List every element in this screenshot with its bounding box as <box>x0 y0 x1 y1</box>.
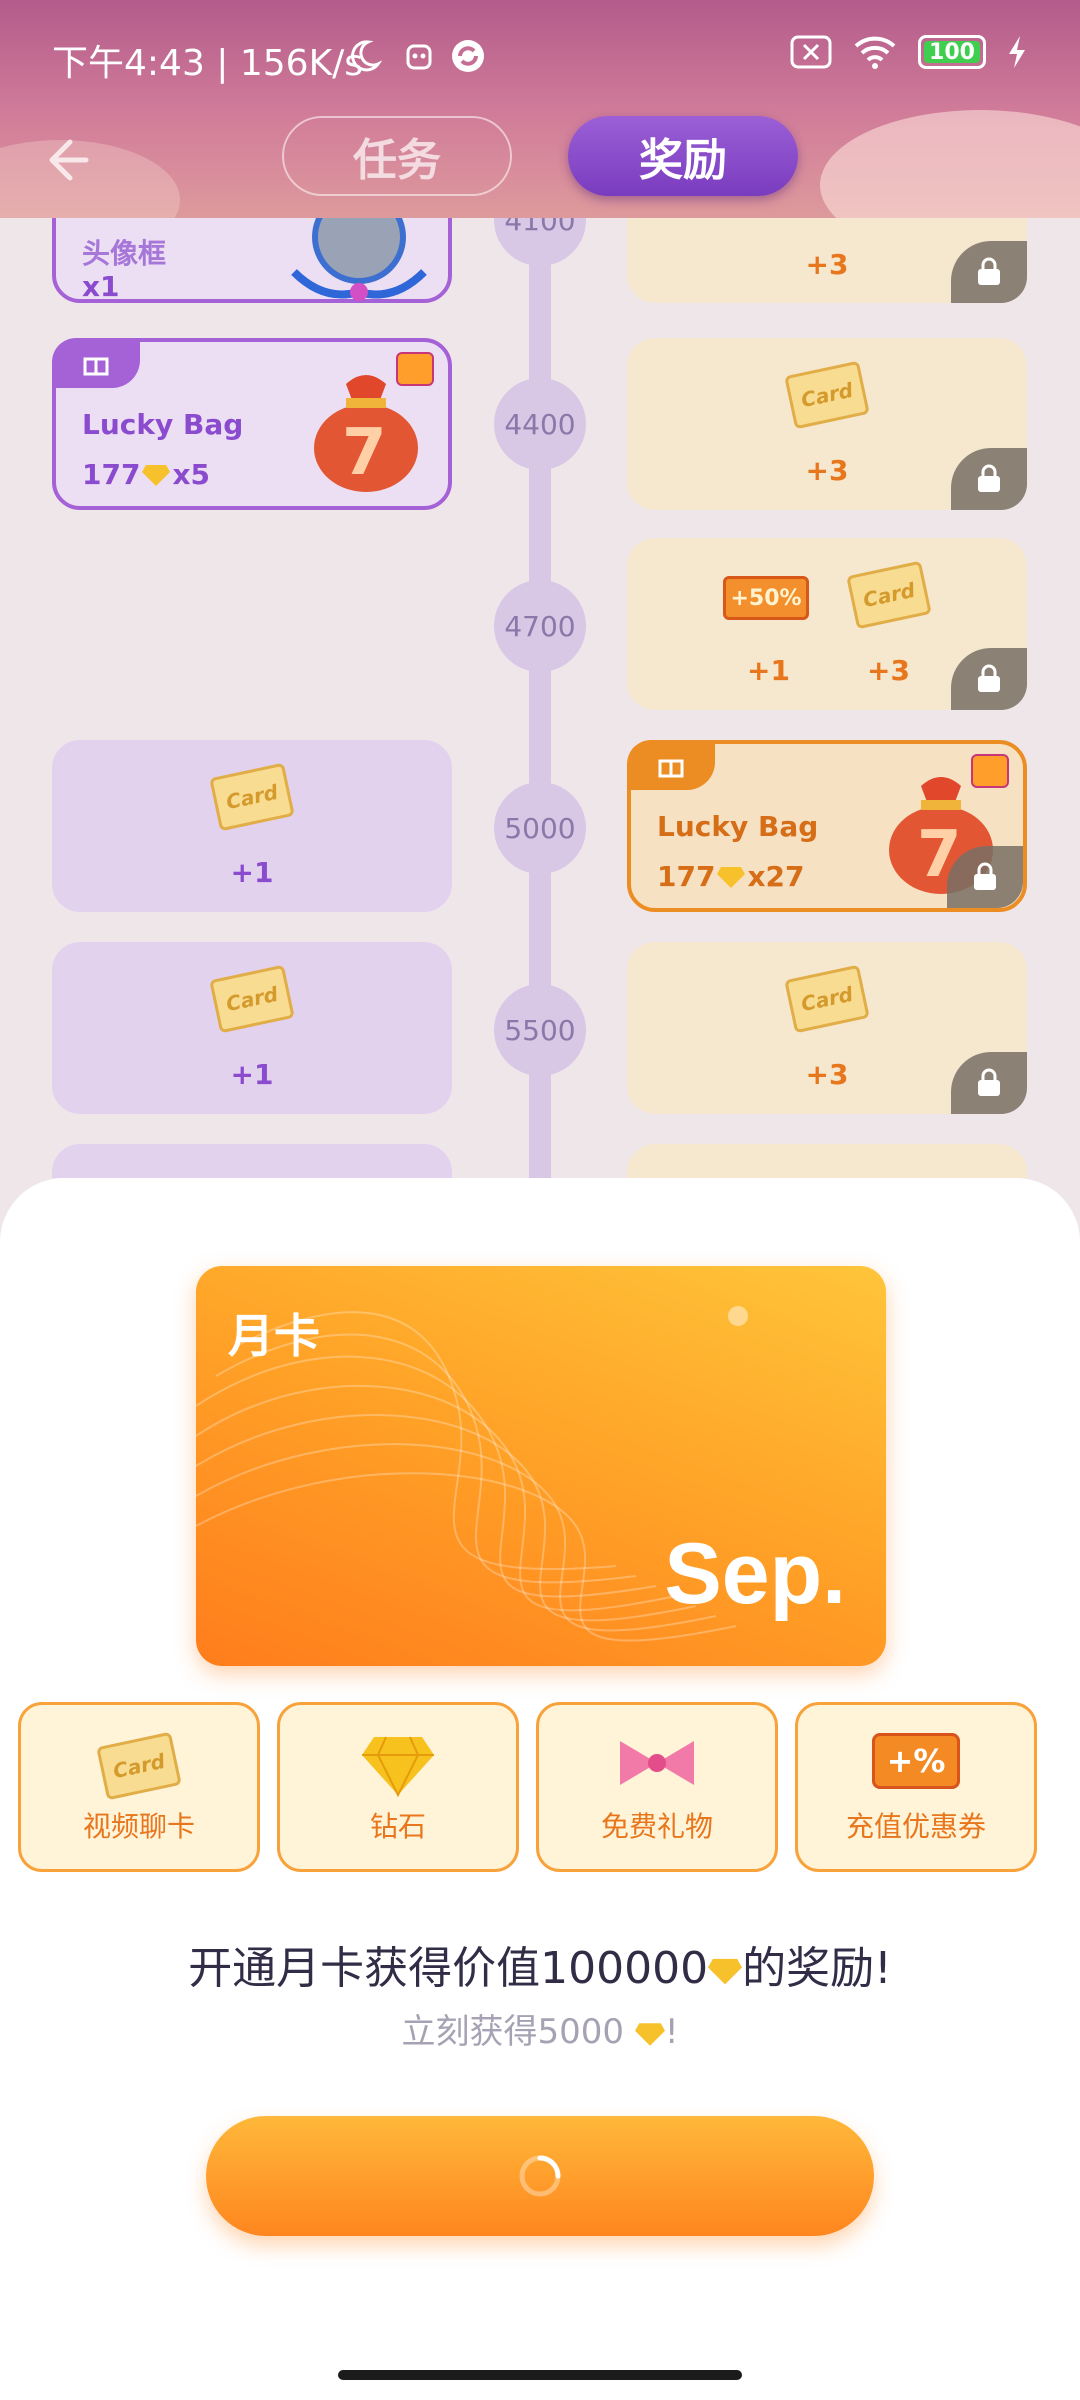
milestone-node: 4400 <box>494 378 586 470</box>
milestone-node: 5500 <box>494 984 586 1076</box>
diamond-icon <box>634 2022 665 2046</box>
robot-icon <box>406 44 432 70</box>
perk-video-card[interactable]: Card 视频聊卡 <box>18 1702 260 1872</box>
reward-price: 177 <box>82 458 141 491</box>
milestone-node: 4100 <box>494 218 586 266</box>
reward-qty: x1 <box>82 270 120 303</box>
status-bar: 下午4:43 | 156K/s 100 <box>0 0 1080 110</box>
video-card-icon: Card <box>846 560 932 630</box>
month-card: 月卡 Sep. <box>196 1266 886 1666</box>
reward-card-video[interactable]: +3 <box>627 218 1027 303</box>
perk-label: 视频聊卡 <box>82 1810 195 1843</box>
reward-qty: +1 <box>230 856 274 889</box>
gift-tag <box>627 740 715 790</box>
reward-card-video[interactable] <box>627 1144 1027 1178</box>
perk-label: 充值优惠券 <box>845 1810 986 1843</box>
milestone-node: 5000 <box>494 782 586 874</box>
sim-off-icon <box>790 35 832 69</box>
reward-title: Lucky Bag <box>657 810 819 843</box>
moon-icon <box>351 40 382 72</box>
reward-title: 头像框 <box>82 237 167 270</box>
video-card-icon: Card <box>784 964 870 1034</box>
tab-task[interactable]: 任务 <box>282 116 512 196</box>
reward-qty: +1 <box>230 1058 274 1091</box>
reward-multiplier: x27 <box>747 860 805 893</box>
lock-icon <box>951 648 1027 710</box>
perk-label: 钻石 <box>369 1810 426 1843</box>
reward-card-avatar-frame[interactable]: 头像框 x1 <box>52 218 452 303</box>
month-card-month: Sep. <box>664 1526 846 1622</box>
coupon-icon: +% <box>872 1733 960 1789</box>
reward-card-video[interactable]: Card +1 <box>52 740 452 912</box>
reward-card-video[interactable]: Card +3 <box>627 338 1027 510</box>
video-card-icon: Card <box>209 964 295 1034</box>
wifi-icon <box>854 36 896 69</box>
reward-qty: +1 <box>747 654 790 687</box>
gift-icon <box>658 759 684 778</box>
reward-multiplier: x5 <box>172 458 210 491</box>
bow-gift-icon <box>620 1741 694 1785</box>
video-card-icon: Card <box>784 360 870 430</box>
reward-card-video[interactable]: Card +1 <box>52 942 452 1114</box>
promo-subtext: 立刻获得5000 ! <box>401 2012 679 2052</box>
milestone-node: 4700 <box>494 580 586 672</box>
month-card-title: 月卡 <box>228 1309 320 1363</box>
perk-diamond[interactable]: 钻石 <box>277 1702 519 1872</box>
diamond-icon <box>362 1736 434 1798</box>
video-card-icon: Card <box>96 1731 182 1801</box>
video-card-icon: Card <box>209 762 295 832</box>
activate-button[interactable] <box>206 2116 874 2236</box>
perk-free-gift[interactable]: 免费礼物 <box>536 1702 778 1872</box>
charging-icon <box>1009 36 1025 68</box>
gift-tag <box>52 338 140 388</box>
promo-text: 开通月卡获得价值100000 的奖励! <box>188 1943 892 1994</box>
battery-indicator: 100 <box>918 35 986 69</box>
back-arrow-icon[interactable] <box>36 130 96 190</box>
perk-recharge-coupon[interactable]: +% 充值优惠券 <box>795 1702 1037 1872</box>
reward-title: Lucky Bag <box>82 408 244 441</box>
reward-card-video[interactable]: Card +3 <box>627 942 1027 1114</box>
gift-icon <box>83 357 109 376</box>
status-time-speed: 下午4:43 | 156K/s <box>52 43 364 84</box>
reward-price: 177 <box>657 860 716 893</box>
sync-icon <box>452 40 484 72</box>
reward-card-lucky-bag[interactable]: Lucky Bag 177 x5 7 <box>52 338 452 510</box>
diamond-icon <box>142 464 171 486</box>
reward-card-lucky-bag[interactable]: Lucky Bag 177 x27 7 <box>627 740 1027 912</box>
home-indicator[interactable] <box>338 2370 742 2380</box>
avatar-frame-icon <box>291 218 427 301</box>
tab-reward[interactable]: 奖励 <box>568 116 798 196</box>
reward-card-coupon-video[interactable]: +50% Card +1 +3 <box>627 538 1027 710</box>
loading-spinner-icon <box>519 2155 561 2197</box>
reward-card-video[interactable] <box>52 1144 452 1178</box>
diamond-icon <box>717 866 746 888</box>
reward-list[interactable]: 头像框 x1 4100 +3 Lucky Bag 177 x5 7 4400 C… <box>0 218 1080 1178</box>
coupon-icon: +50% <box>723 576 809 620</box>
lucky-bag-icon: 7 <box>306 364 426 492</box>
diamond-icon <box>708 1958 743 1985</box>
perk-label: 免费礼物 <box>600 1810 713 1843</box>
reward-qty: +3 <box>867 654 910 687</box>
